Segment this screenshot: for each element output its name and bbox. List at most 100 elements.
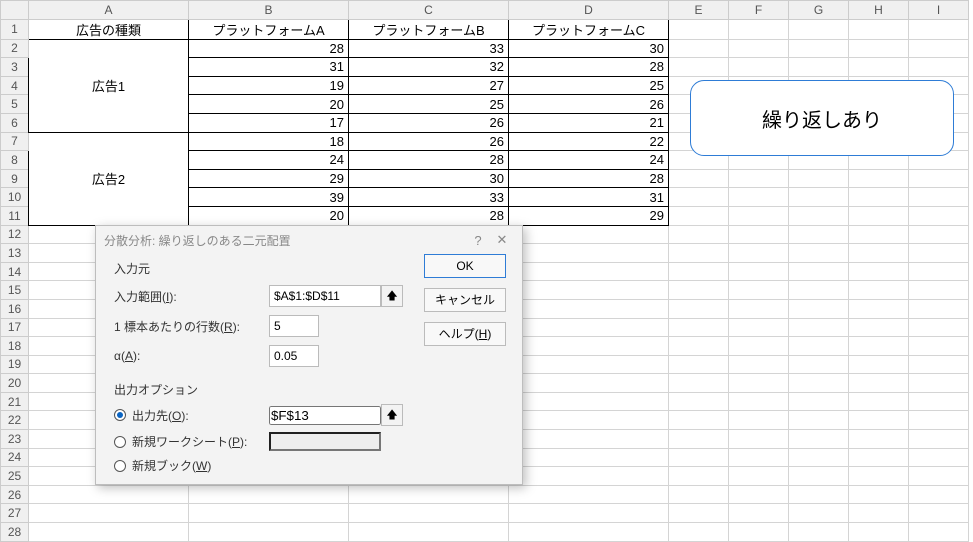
help-icon[interactable]: ? [466,228,490,252]
cell[interactable] [909,467,969,486]
col-header-A[interactable]: A [29,1,189,20]
cell-B7[interactable]: 18 [189,132,349,151]
col-header-I[interactable]: I [909,1,969,20]
row-header-7[interactable]: 7 [1,132,29,151]
cell[interactable] [669,225,729,244]
cell[interactable] [909,448,969,467]
cell-D4[interactable]: 25 [509,76,669,95]
cell[interactable] [669,411,729,430]
cell[interactable] [789,58,849,77]
cell[interactable] [789,504,849,523]
cell-D5[interactable]: 26 [509,95,669,114]
dialog-titlebar[interactable]: 分散分析: 繰り返しのある二元配置 ? ✕ [96,226,522,254]
cell[interactable] [509,523,669,542]
cell-D1[interactable]: プラットフォームC [509,19,669,39]
cell[interactable] [669,206,729,225]
output-range-input[interactable] [269,406,381,425]
alpha-input[interactable] [269,345,319,367]
cell[interactable] [509,281,669,300]
cell-A1[interactable]: 広告の種類 [29,19,189,39]
cell[interactable] [729,448,789,467]
cell-B10[interactable]: 39 [189,188,349,207]
cell[interactable] [509,374,669,393]
cell[interactable] [909,39,969,58]
cell-B3[interactable]: 31 [189,58,349,77]
cell[interactable] [849,411,909,430]
cell[interactable] [189,504,349,523]
cell[interactable] [669,374,729,393]
cell[interactable] [669,19,729,39]
cell[interactable] [669,318,729,337]
cell-C10[interactable]: 33 [349,188,509,207]
cell[interactable] [909,206,969,225]
cell[interactable] [789,392,849,411]
cell[interactable] [729,485,789,504]
rows-per-sample-input[interactable] [269,315,319,337]
cancel-button[interactable]: キャンセル [424,288,506,312]
row-header-20[interactable]: 20 [1,374,29,393]
cell[interactable] [669,299,729,318]
cell-C6[interactable]: 26 [349,113,509,132]
cell[interactable] [909,262,969,281]
cell[interactable] [909,318,969,337]
cell[interactable] [849,467,909,486]
cell[interactable] [789,318,849,337]
cell[interactable] [789,244,849,263]
cell[interactable] [509,244,669,263]
col-header-D[interactable]: D [509,1,669,20]
cell[interactable] [789,299,849,318]
row-header-10[interactable]: 10 [1,188,29,207]
cell[interactable] [349,523,509,542]
cell-C11[interactable]: 28 [349,206,509,225]
cell[interactable] [669,355,729,374]
cell[interactable] [909,504,969,523]
cell-D9[interactable]: 28 [509,169,669,188]
cell[interactable] [729,299,789,318]
row-header-2[interactable]: 2 [1,39,29,58]
row-header-1[interactable]: 1 [1,19,29,39]
cell[interactable] [789,39,849,58]
cell-C9[interactable]: 30 [349,169,509,188]
cell[interactable] [849,244,909,263]
radio-output-range[interactable] [114,409,126,421]
cell[interactable] [909,244,969,263]
cell[interactable] [509,299,669,318]
cell[interactable] [729,169,789,188]
cell[interactable] [909,337,969,356]
cell[interactable] [789,374,849,393]
row-header-25[interactable]: 25 [1,467,29,486]
cell[interactable] [909,169,969,188]
row-header-13[interactable]: 13 [1,244,29,263]
cell[interactable] [509,225,669,244]
cell[interactable] [729,504,789,523]
cell[interactable] [789,188,849,207]
cell-D8[interactable]: 24 [509,151,669,170]
cell[interactable] [909,523,969,542]
cell[interactable] [789,225,849,244]
cell[interactable] [669,169,729,188]
cell-C5[interactable]: 25 [349,95,509,114]
cell-D3[interactable]: 28 [509,58,669,77]
help-button[interactable]: ヘルプ(H) [424,322,506,346]
cell-B9[interactable]: 29 [189,169,349,188]
col-header-F[interactable]: F [729,1,789,20]
ok-button[interactable]: OK [424,254,506,278]
cell[interactable] [669,392,729,411]
cell-D6[interactable]: 21 [509,113,669,132]
col-header-B[interactable]: B [189,1,349,20]
cell-B6[interactable]: 17 [189,113,349,132]
new-worksheet-input[interactable] [269,432,381,451]
cell[interactable] [669,188,729,207]
cell[interactable] [849,504,909,523]
cell[interactable] [729,523,789,542]
cell[interactable] [509,355,669,374]
cell-D11[interactable]: 29 [509,206,669,225]
row-header-17[interactable]: 17 [1,318,29,337]
col-header-G[interactable]: G [789,1,849,20]
cell[interactable] [789,206,849,225]
cell[interactable] [729,244,789,263]
cell[interactable] [789,523,849,542]
cell[interactable] [909,58,969,77]
cell[interactable] [909,411,969,430]
row-header-26[interactable]: 26 [1,485,29,504]
